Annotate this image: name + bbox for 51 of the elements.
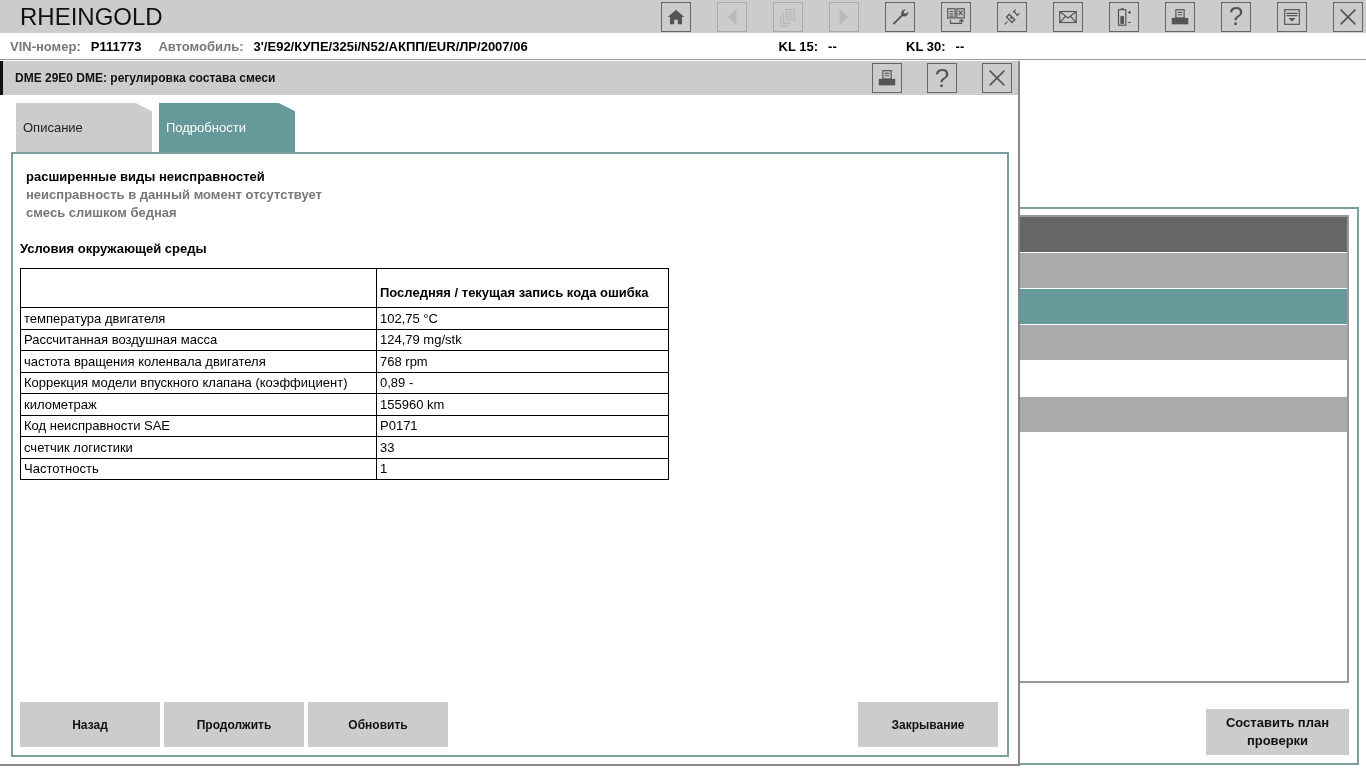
table-cell: 768 rpm xyxy=(376,350,669,372)
fault-types-heading: расширенные виды неисправностей xyxy=(26,168,266,186)
table-cell: 102,75 °C xyxy=(376,307,669,329)
table-cell: 124,79 mg/stk xyxy=(376,329,669,351)
table-cell: Коррекция модели впускного клапана (коэффициент) xyxy=(20,372,377,394)
kl15-label: KL 15: xyxy=(778,38,819,54)
table-cell: 1 xyxy=(376,458,669,480)
vin-label: VIN-номер: xyxy=(10,38,81,54)
tab[interactable]: Описание xyxy=(16,103,152,152)
environment-heading: Условия окружающей среды xyxy=(20,241,208,256)
dialog-button[interactable]: Закрывание xyxy=(858,702,998,747)
swap-button[interactable] xyxy=(941,1,971,32)
table-cell: Рассчитанная воздушная масса xyxy=(20,329,377,351)
dialog-button[interactable]: Назад xyxy=(20,702,160,747)
kl30-label: KL 30: xyxy=(906,38,946,54)
plug-button[interactable] xyxy=(997,1,1027,32)
table-cell: 0,89 - xyxy=(376,372,669,394)
kl30-value: -- xyxy=(955,38,965,54)
close-icon xyxy=(986,67,1008,89)
close-button[interactable] xyxy=(982,63,1012,93)
help-button[interactable]: ? xyxy=(1221,1,1251,32)
table-cell: Частотность xyxy=(20,458,377,480)
printer-button[interactable] xyxy=(1165,1,1195,32)
table-header-cell: Последняя / текущая запись кода ошибка xyxy=(376,268,669,308)
table-cell: 33 xyxy=(376,436,669,458)
dropdown-button[interactable] xyxy=(1277,1,1307,32)
table-cell: счетчик логистики xyxy=(20,436,377,458)
test-plan-button[interactable]: Составить план проверки xyxy=(1206,709,1349,755)
car-value: 3'/E92/КУПЕ/325i/N52/АКПП/EUR/ЛР/2007/06 xyxy=(253,38,529,54)
table-cell: P0171 xyxy=(376,415,669,437)
app-title: RHEINGOLD xyxy=(20,2,164,31)
home-button[interactable] xyxy=(661,1,691,32)
table-cell: 155960 km xyxy=(376,393,669,415)
printer-button[interactable] xyxy=(872,63,902,93)
dialog-button[interactable]: Обновить xyxy=(308,702,448,747)
wrench-button[interactable] xyxy=(885,1,915,32)
kl15-value: -- xyxy=(828,38,838,54)
table-cell: частота вращения коленвала двигателя xyxy=(20,350,377,372)
help-button[interactable]: ? xyxy=(927,63,957,93)
envelope-button[interactable] xyxy=(1053,1,1083,32)
dialog-button[interactable]: Продолжить xyxy=(164,702,304,747)
close-button[interactable] xyxy=(1333,1,1363,32)
dialog-title: DME 29E0 DME: регулировка состава смеси xyxy=(15,71,277,85)
table-cell: Код неисправности SAE xyxy=(20,415,377,437)
fault-type-text: неисправность в данный момент отсутствует xyxy=(26,186,323,204)
car-label: Автомобиль: xyxy=(158,38,244,54)
battery-button[interactable] xyxy=(1109,1,1139,32)
table-cell: километраж xyxy=(20,393,377,415)
table-cell: температура двигателя xyxy=(20,307,377,329)
fault-type-text: смесь слишком бедная xyxy=(26,204,178,222)
vin-value: P111773 xyxy=(90,38,142,54)
